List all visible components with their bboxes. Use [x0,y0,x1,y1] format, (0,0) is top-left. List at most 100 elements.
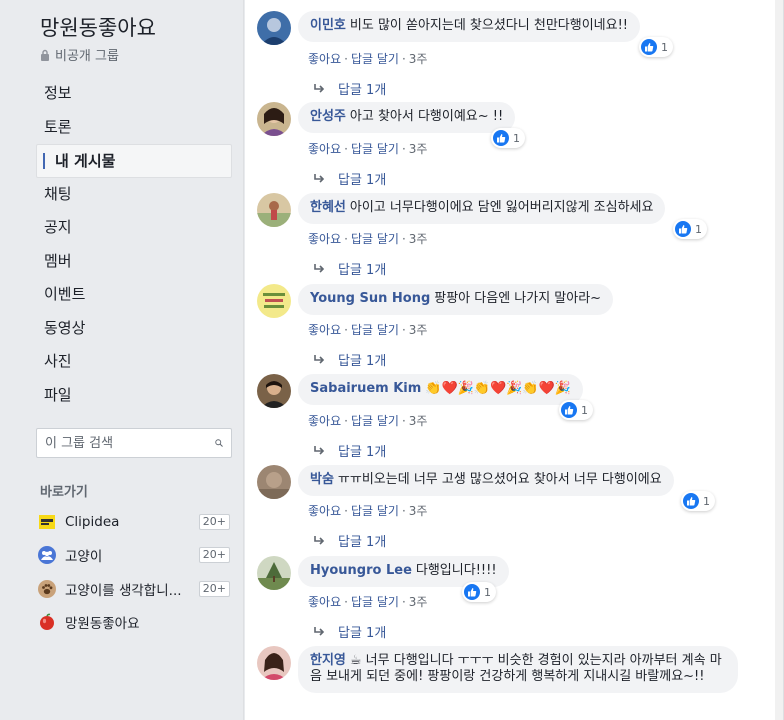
separator: · [344,52,348,66]
nav-item-my-posts[interactable]: 내 게시물 [36,144,232,178]
comment-author[interactable]: 안성주 [310,109,346,124]
reaction-count[interactable]: 1 [639,37,673,57]
search-icon[interactable] [215,435,223,451]
reply-link[interactable]: 답글 달기 [351,504,399,518]
like-link[interactable]: 좋아요 [308,52,341,66]
reply-link[interactable]: 답글 달기 [351,323,399,337]
nav-item-events[interactable]: 이벤트 [36,278,232,312]
reply-link[interactable]: 답글 달기 [351,142,399,156]
comment-time[interactable]: 3주 [409,142,428,156]
feed-scrollbar[interactable] [775,0,783,720]
separator: · [401,595,406,609]
comment-bubble: Sabairuem Kim 👏❤️🎉👏❤️🎉👏❤️🎉 [298,374,583,405]
view-replies[interactable]: 답글 1개 [312,531,386,550]
like-link[interactable]: 좋아요 [308,414,341,428]
avatar[interactable] [257,646,291,680]
nav-item-videos[interactable]: 동영상 [36,312,232,346]
comment-time[interactable]: 3주 [409,595,428,609]
like-link[interactable]: 좋아요 [308,504,341,518]
reaction-count[interactable]: 1 [491,128,525,148]
avatar[interactable] [257,11,291,45]
comment-author[interactable]: 한혜선 [310,200,346,215]
shortcut-item[interactable]: Clipidea 20+ [38,505,230,539]
view-replies[interactable]: 답글 1개 [312,350,386,369]
view-replies[interactable]: 답글 1개 [312,79,386,98]
group-title[interactable]: 망원동좋아요 [40,12,156,42]
avatar[interactable] [257,556,291,590]
shortcut-label: Clipidea [65,513,120,530]
comment-time[interactable]: 3주 [409,414,428,428]
reaction-number: 1 [581,403,588,417]
comment-actions: 좋아요 · 답글 달기 · 3주 [308,321,427,338]
replies-count: 답글 1개 [338,83,387,98]
like-link[interactable]: 좋아요 [308,142,341,156]
comment-actions: 좋아요 · 답글 달기 · 3주 [308,230,427,247]
nav-item-announcements[interactable]: 공지 [36,211,232,245]
comment-author[interactable]: Young Sun Hong [310,291,430,306]
like-icon [641,39,657,55]
shortcut-item[interactable]: 고양이 20+ [38,539,230,573]
reaction-count[interactable]: 1 [462,582,496,602]
avatar[interactable] [257,374,291,408]
comment-text: 비도 많이 쏟아지는데 찾으셨다니 천만다행이네요!! [349,18,629,33]
comment-author[interactable]: Sabairuem Kim [310,381,421,396]
nav-item-chat[interactable]: 채팅 [36,178,232,212]
reaction-count[interactable]: 1 [559,400,593,420]
shortcut-item[interactable]: 고양이를 생각합니... 20+ [38,572,230,606]
reaction-number: 1 [661,40,668,54]
avatar[interactable] [257,193,291,227]
reaction-count[interactable]: 1 [681,491,715,511]
comment-time[interactable]: 3주 [409,232,428,246]
nav-item-about[interactable]: 정보 [36,77,232,111]
like-link[interactable]: 좋아요 [308,232,341,246]
avatar[interactable] [257,102,291,136]
separator: · [344,414,348,428]
replies-count: 답글 1개 [338,354,387,369]
view-replies[interactable]: 답글 1개 [312,441,386,460]
comment-text: ☕ 너무 다행입니다 ㅜㅜㅜ 비슷한 경험이 있는지라 아까부터 계속 마음 보… [310,653,722,684]
group-search-input[interactable] [45,435,215,451]
comment-actions: 좋아요 · 답글 달기 · 3주 [308,140,427,157]
comment-bubble: Young Sun Hong 팡팡아 다음엔 나가지 말아라~ [298,284,614,315]
comment-time[interactable]: 3주 [409,504,428,518]
comment-time[interactable]: 3주 [409,52,428,66]
like-link[interactable]: 좋아요 [308,323,341,337]
nav-item-members[interactable]: 멤버 [36,245,232,279]
reply-link[interactable]: 답글 달기 [351,52,399,66]
like-icon [561,402,577,418]
replies-count: 답글 1개 [338,263,387,278]
shortcut-badge: 20+ [198,547,230,564]
avatar[interactable] [257,465,291,499]
view-replies[interactable]: 답글 1개 [312,259,386,278]
replies-count: 답글 1개 [338,445,387,460]
shortcut-badge: 20+ [198,580,230,597]
view-replies[interactable]: 답글 1개 [312,622,386,641]
reaction-number: 1 [513,131,520,145]
reply-arrow-icon [314,354,325,364]
comment-text: 👏❤️🎉👏❤️🎉👏❤️🎉 [425,381,571,396]
nav-item-photos[interactable]: 사진 [36,345,232,379]
comments-feed: 이민호 비도 많이 쏟아지는데 찾으셨다니 천만다행이네요!! 1 좋아요 · 답글 … [245,0,784,720]
nav-item-discussion[interactable]: 토론 [36,111,232,145]
avatar[interactable] [257,284,291,318]
reply-link[interactable]: 답글 달기 [351,232,399,246]
shortcut-item[interactable]: 망원동좋아요 [38,606,230,640]
like-link[interactable]: 좋아요 [308,595,341,609]
comment-time[interactable]: 3주 [409,323,428,337]
reaction-number: 1 [695,222,702,236]
group-icon [38,546,56,565]
reply-link[interactable]: 답글 달기 [351,414,399,428]
comment-author[interactable]: 이민호 [310,18,346,33]
comment-author[interactable]: 한지영 [310,653,346,668]
comment-bubble: 박숨 ㅠㅠ비오는데 너무 고생 많으셨어요 찾아서 너무 다행이에요 [298,465,674,496]
reaction-count[interactable]: 1 [673,219,707,239]
separator: · [344,595,348,609]
group-sidebar: 망원동좋아요 비공개 그룹 정보 토론 내 게시물 채팅 공지 멤버 이벤트 동… [0,0,244,720]
shortcut-label: 고양이 [65,549,103,566]
reply-link[interactable]: 답글 달기 [351,595,399,609]
view-replies[interactable]: 답글 1개 [312,169,386,188]
comment-author[interactable]: 박숨 [310,472,334,487]
nav-item-files[interactable]: 파일 [36,379,232,413]
comment-author[interactable]: Hyoungro Lee [310,563,412,578]
separator: · [401,414,406,428]
